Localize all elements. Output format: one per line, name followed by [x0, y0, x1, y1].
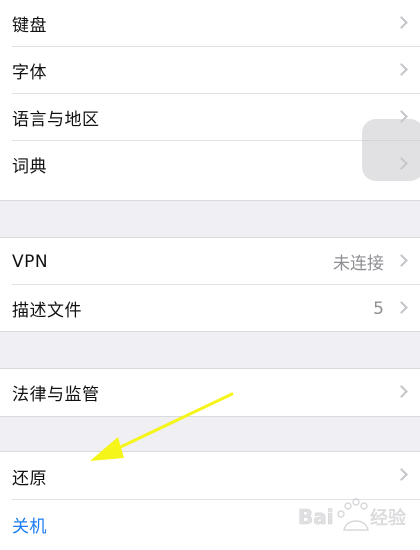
- chevron-right-icon: [395, 62, 408, 76]
- settings-row-reset[interactable]: 还原: [0, 452, 420, 500]
- settings-row-profiles[interactable]: 描述文件 5: [0, 285, 420, 332]
- chevron-right-icon: [395, 15, 408, 29]
- settings-screen: 键盘 字体 语言与地区 词典 VPN 未连接 描述文件 5 法律与监管 还原 关…: [0, 0, 420, 550]
- settings-group-legal: 法律与监管: [0, 368, 420, 417]
- row-label: 描述文件: [12, 301, 82, 321]
- row-label: 键盘: [12, 16, 47, 36]
- settings-group-network: VPN 未连接 描述文件 5: [0, 237, 420, 332]
- assistive-touch-icon[interactable]: [362, 119, 420, 181]
- settings-row-shutdown[interactable]: 关机: [0, 500, 420, 548]
- vpn-status-value: 未连接: [333, 254, 384, 274]
- row-label: 关机: [12, 516, 47, 537]
- profiles-count-value: 5: [373, 298, 384, 319]
- settings-group-general: 键盘 字体 语言与地区 词典: [0, 0, 420, 201]
- chevron-right-icon: [395, 384, 408, 398]
- row-label: 法律与监管: [12, 385, 100, 405]
- settings-row-vpn[interactable]: VPN 未连接: [0, 238, 420, 285]
- chevron-right-icon: [395, 300, 408, 314]
- settings-row-fonts[interactable]: 字体: [0, 47, 420, 94]
- row-label: 词典: [12, 157, 47, 177]
- row-label: 字体: [12, 63, 47, 83]
- settings-row-keyboard[interactable]: 键盘: [0, 0, 420, 47]
- chevron-right-icon: [395, 468, 408, 481]
- row-label: 还原: [12, 468, 47, 489]
- row-label: 语言与地区: [12, 110, 100, 130]
- settings-row-language-region[interactable]: 语言与地区: [0, 94, 420, 141]
- settings-row-legal-regulatory[interactable]: 法律与监管: [0, 369, 420, 416]
- row-label: VPN: [12, 251, 49, 272]
- chevron-right-icon: [395, 253, 408, 267]
- settings-row-dictionary[interactable]: 词典: [0, 141, 420, 188]
- settings-group-reset: 还原 关机: [0, 451, 420, 550]
